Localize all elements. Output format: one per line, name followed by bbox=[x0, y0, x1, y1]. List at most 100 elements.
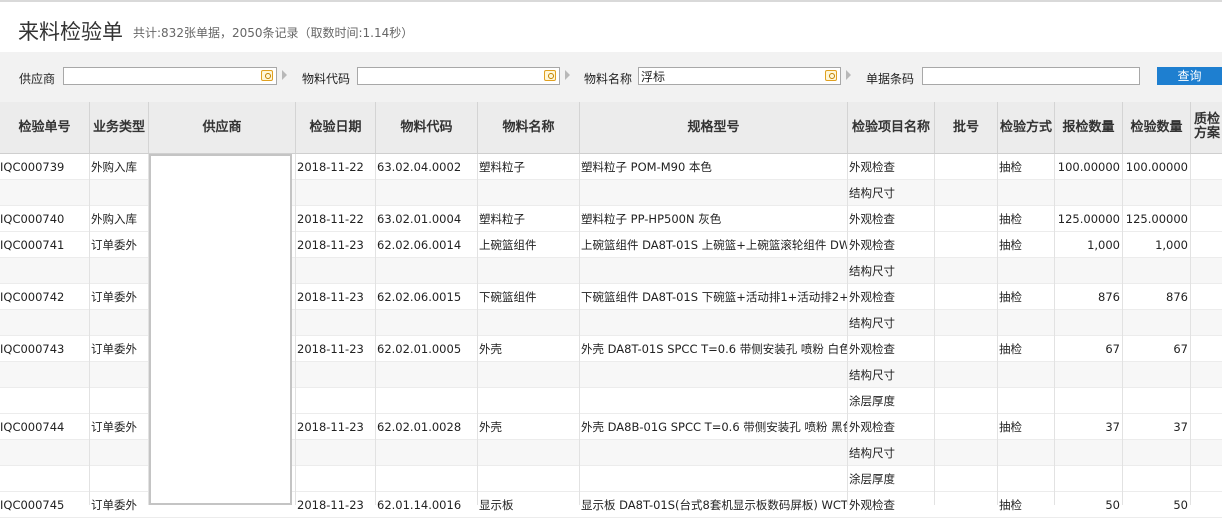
supplier-arrow-icon[interactable] bbox=[282, 70, 287, 80]
material-code-label: 物料代码 bbox=[302, 72, 351, 86]
col-qc-plan-header[interactable]: 质检方案 bbox=[1191, 102, 1222, 153]
col-inspection-no-header[interactable]: 检验单号 bbox=[0, 102, 90, 153]
cell-spec-model: 外壳 DA8B-01G SPCC T=0.6 带侧安装孔 喷粉 黑色 bbox=[581, 420, 847, 434]
col-supplier-header[interactable]: 供应商 bbox=[149, 102, 296, 153]
cell-spec-model bbox=[581, 388, 847, 414]
cell-material-code bbox=[377, 388, 477, 414]
cell-inspection-method: 抽检 bbox=[999, 290, 1022, 304]
cell-reported-qty bbox=[1055, 180, 1120, 206]
cell-inspection-item: 涂层厚度 bbox=[849, 394, 895, 408]
col-spec-model-header[interactable]: 规格型号 bbox=[580, 102, 848, 153]
column-divider bbox=[997, 154, 998, 505]
cell-material-code bbox=[377, 310, 477, 336]
cell-material-code: 62.02.01.0028 bbox=[377, 420, 462, 434]
cell-inspection-item: 外观检查 bbox=[849, 212, 895, 226]
cell-inspection-no bbox=[0, 466, 88, 492]
cell-inspection-method: 抽检 bbox=[999, 498, 1022, 512]
cell-material-name: 显示板 bbox=[479, 498, 514, 512]
cell-material-name: 塑料粒子 bbox=[479, 160, 525, 174]
column-divider bbox=[148, 154, 149, 505]
doc-code-label: 单据条码 bbox=[866, 72, 915, 86]
cell-inspection-method bbox=[999, 362, 1054, 388]
material-code-lookup-icon[interactable] bbox=[544, 70, 556, 81]
cell-inspected-qty: 125.00000 bbox=[1125, 212, 1188, 226]
cell-inspection-no bbox=[0, 362, 88, 388]
cell-inspection-method: 抽检 bbox=[999, 212, 1022, 226]
cell-inspection-no: IQC000740 bbox=[0, 212, 65, 226]
column-divider bbox=[477, 154, 478, 505]
cell-spec-model: 显示板 DA8T-01S(台式8套机显示板数码屏板) WCT bbox=[581, 498, 847, 512]
cell-business-type bbox=[91, 362, 147, 388]
col-batch-no-header[interactable]: 批号 bbox=[935, 102, 998, 153]
material-name-input[interactable]: 浮标 bbox=[638, 67, 841, 85]
cell-inspected-qty bbox=[1123, 310, 1188, 336]
cell-material-code: 63.02.04.0002 bbox=[377, 160, 462, 174]
cell-material-code bbox=[377, 258, 477, 284]
cell-spec-model bbox=[581, 180, 847, 206]
cell-inspection-no: IQC000744 bbox=[0, 420, 65, 434]
supplier-input[interactable] bbox=[63, 67, 277, 85]
query-button[interactable]: 查询 bbox=[1157, 67, 1222, 85]
cell-inspected-qty: 67 bbox=[1173, 342, 1188, 356]
cell-business-type: 外购入库 bbox=[91, 212, 137, 226]
cell-inspection-no: IQC000742 bbox=[0, 290, 65, 304]
cell-material-code: 62.02.06.0014 bbox=[377, 238, 462, 252]
cell-material-name bbox=[479, 258, 579, 284]
cell-business-type bbox=[91, 388, 147, 414]
col-business-type-header[interactable]: 业务类型 bbox=[90, 102, 149, 153]
material-name-arrow-icon[interactable] bbox=[846, 70, 851, 80]
cell-inspection-date: 2018-11-23 bbox=[297, 290, 364, 304]
col-material-code-header[interactable]: 物料代码 bbox=[376, 102, 478, 153]
material-code-input[interactable] bbox=[357, 67, 560, 85]
cell-business-type bbox=[91, 258, 147, 284]
record-summary: 共计:832张单据，2050条记录（取数时间:1.14秒） bbox=[133, 26, 414, 40]
cell-material-name bbox=[479, 310, 579, 336]
cell-inspected-qty: 50 bbox=[1173, 498, 1188, 512]
material-code-arrow-icon[interactable] bbox=[565, 70, 570, 80]
cell-inspection-method: 抽检 bbox=[999, 420, 1022, 434]
column-divider bbox=[847, 154, 848, 505]
col-inspection-method-header[interactable]: 检验方式 bbox=[998, 102, 1055, 153]
cell-inspected-qty bbox=[1123, 258, 1188, 284]
cell-material-code: 62.02.01.0005 bbox=[377, 342, 462, 356]
cell-material-name bbox=[479, 180, 579, 206]
cell-inspection-no bbox=[0, 258, 88, 284]
supplier-lookup-icon[interactable] bbox=[261, 70, 273, 81]
cell-inspection-item: 外观检查 bbox=[849, 498, 895, 512]
material-name-label: 物料名称 bbox=[584, 72, 633, 86]
redacted-supplier-block bbox=[149, 154, 292, 505]
col-inspection-item-header[interactable]: 检验项目名称 bbox=[848, 102, 935, 153]
cell-business-type: 订单委外 bbox=[91, 342, 137, 356]
cell-inspection-date: 2018-11-23 bbox=[297, 238, 364, 252]
material-name-lookup-icon[interactable] bbox=[825, 70, 837, 81]
col-inspected-qty-header[interactable]: 检验数量 bbox=[1123, 102, 1191, 153]
cell-inspection-method: 抽检 bbox=[999, 342, 1022, 356]
filter-bar: 供应商 物料代码 物料名称 浮标 单据条码 查询 bbox=[0, 52, 1222, 102]
cell-business-type: 订单委外 bbox=[91, 420, 137, 434]
col-material-name-header[interactable]: 物料名称 bbox=[478, 102, 580, 153]
cell-business-type: 外购入库 bbox=[91, 160, 137, 174]
cell-business-type bbox=[91, 466, 147, 492]
cell-reported-qty bbox=[1055, 440, 1120, 466]
cell-spec-model: 上碗篮组件 DA8T-01S 上碗篮+上碗篮滚轮组件 DW- bbox=[581, 238, 847, 252]
cell-material-code: 63.02.01.0004 bbox=[377, 212, 462, 226]
cell-spec-model bbox=[581, 466, 847, 492]
cell-inspection-item: 结构尺寸 bbox=[849, 446, 895, 460]
cell-inspected-qty bbox=[1123, 362, 1188, 388]
cell-inspection-no bbox=[0, 310, 88, 336]
cell-inspection-item: 外观检查 bbox=[849, 342, 895, 356]
doc-code-input[interactable] bbox=[922, 67, 1140, 85]
cell-inspected-qty: 1,000 bbox=[1155, 238, 1188, 252]
cell-inspection-no: IQC000739 bbox=[0, 160, 65, 174]
cell-inspection-date: 2018-11-22 bbox=[297, 160, 364, 174]
cell-inspection-item: 外观检查 bbox=[849, 420, 895, 434]
cell-reported-qty: 67 bbox=[1105, 342, 1120, 356]
col-inspection-date-header[interactable]: 检验日期 bbox=[296, 102, 376, 153]
cell-material-code bbox=[377, 440, 477, 466]
col-reported-qty-header[interactable]: 报检数量 bbox=[1055, 102, 1123, 153]
cell-inspection-method bbox=[999, 310, 1054, 336]
column-divider bbox=[375, 154, 376, 505]
cell-inspected-qty: 100.00000 bbox=[1125, 160, 1188, 174]
material-name-value: 浮标 bbox=[641, 70, 666, 84]
cell-inspection-item: 结构尺寸 bbox=[849, 264, 895, 278]
